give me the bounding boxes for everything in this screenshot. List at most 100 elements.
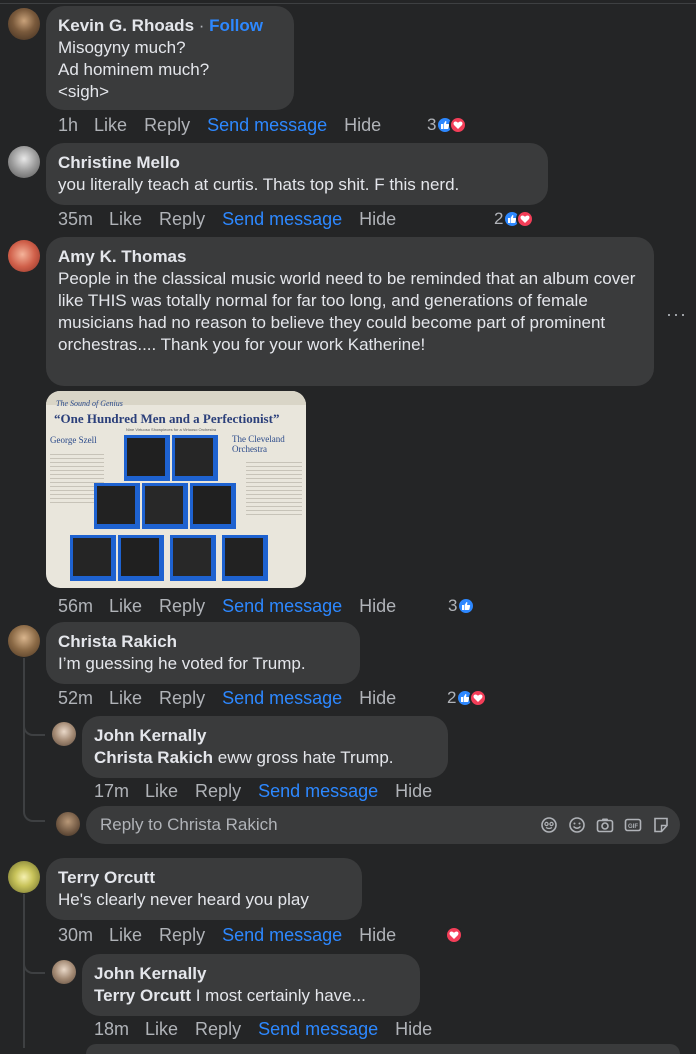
mention-tag[interactable]: Terry Orcutt [94,986,191,1005]
reply-button[interactable]: Reply [159,209,205,229]
comment-text: I most certainly have... [191,986,366,1005]
reply-input[interactable]: Reply to Christa Rakich GIF [86,806,680,844]
send-message-button[interactable]: Send message [222,925,342,945]
thread-connector [23,714,45,736]
top-divider [0,3,696,4]
avatar[interactable] [52,722,76,746]
hide-button[interactable]: Hide [344,115,381,135]
comment-text: eww gross hate Trump. [213,748,394,767]
album-cover-image[interactable]: The Sound of Genius “One Hundred Men and… [46,391,306,588]
like-button[interactable]: Like [94,115,127,135]
comment-author[interactable]: Amy K. Thomas [58,245,642,268]
reply-button[interactable]: Reply [195,1019,241,1039]
send-message-button[interactable]: Send message [222,596,342,616]
comment-actions: 56m Like Reply Send message Hide [58,595,413,617]
comment-author[interactable]: John Kernally [94,724,436,747]
hide-button[interactable]: Hide [359,925,396,945]
love-icon [445,926,463,944]
comment-time[interactable]: 18m [94,1019,129,1039]
comment-bubble: Christa Rakich I’m guessing he voted for… [46,622,360,684]
reaction-count: 2 [447,688,457,707]
like-button[interactable]: Like [109,688,142,708]
thread-connector [23,952,45,974]
comment-author[interactable]: Kevin G. Rhoads [58,16,194,35]
like-icon [457,597,476,615]
reply-button[interactable]: Reply [159,596,205,616]
comment-author[interactable]: Christine Mello [58,151,536,174]
comment-time[interactable]: 52m [58,688,93,708]
comment-time[interactable]: 35m [58,209,93,229]
comment-author[interactable]: Terry Orcutt [58,866,350,889]
thread-connector [23,800,45,822]
emoji-icon[interactable] [568,816,586,834]
avatar[interactable] [52,960,76,984]
reaction-count: 3 [427,115,437,134]
reaction-count: 2 [494,209,504,228]
sticker-icon[interactable] [652,816,670,834]
comment-time[interactable]: 56m [58,596,93,616]
reply-button[interactable]: Reply [144,115,190,135]
comment-bubble: Amy K. Thomas People in the classical mu… [46,237,654,386]
avatar[interactable] [8,861,40,893]
send-message-button[interactable]: Send message [222,209,342,229]
avatar[interactable] [8,625,40,657]
comment-bubble: John Kernally Christa Rakich eww gross h… [82,716,448,778]
gif-icon[interactable]: GIF [624,816,642,834]
send-message-button[interactable]: Send message [258,1019,378,1039]
reaction-summary[interactable]: 2 [494,208,535,230]
reply-input-placeholder: Reply to Christa Rakich [100,815,278,834]
like-button[interactable]: Like [109,925,142,945]
hide-button[interactable]: Hide [359,209,396,229]
comment-actions: 17m Like Reply Send message Hide [94,780,449,802]
comment-actions: 35m Like Reply Send message Hide [58,208,413,230]
reaction-summary[interactable]: 3 [448,595,476,617]
like-button[interactable]: Like [109,596,142,616]
thread-line [23,658,25,810]
avatar[interactable] [8,8,40,40]
reaction-summary[interactable] [445,924,463,946]
comment-time[interactable]: 30m [58,925,93,945]
like-button[interactable]: Like [145,781,178,801]
avatar [56,812,80,836]
send-message-button[interactable]: Send message [258,781,378,801]
comment-bubble: Kevin G. Rhoads · Follow Misogyny much? … [46,6,294,110]
comment-text: Misogyny much? Ad hominem much? <sigh> [58,38,210,101]
mention-tag[interactable]: Christa Rakich [94,748,213,767]
avatar[interactable] [8,146,40,178]
comment-text: He's clearly never heard you play [58,890,309,909]
album-photo-grid [46,391,306,588]
follow-button[interactable]: Follow [209,16,263,35]
reply-input-tools: GIF [540,816,670,834]
thread-line [23,894,25,1048]
comment-author[interactable]: John Kernally [94,962,408,985]
hide-button[interactable]: Hide [395,781,432,801]
comment-actions: 18m Like Reply Send message Hide [94,1018,449,1040]
camera-icon[interactable] [596,816,614,834]
reply-button[interactable]: Reply [195,781,241,801]
comment-bubble: Christine Mello you literally teach at c… [46,143,548,205]
like-button[interactable]: Like [109,209,142,229]
comment-time[interactable]: 1h [58,115,78,135]
reaction-summary[interactable]: 2 [447,687,488,709]
like-button[interactable]: Like [145,1019,178,1039]
avatar-sticker-icon[interactable] [540,816,558,834]
comment-text: you literally teach at curtis. Thats top… [58,175,460,194]
hide-button[interactable]: Hide [359,596,396,616]
comment-author[interactable]: Christa Rakich [58,630,348,653]
send-message-button[interactable]: Send message [207,115,327,135]
comment-bubble: Terry Orcutt He's clearly never heard yo… [46,858,362,920]
comment-actions: 30m Like Reply Send message Hide [58,924,413,946]
hide-button[interactable]: Hide [395,1019,432,1039]
love-icon [469,689,488,707]
avatar[interactable] [8,240,40,272]
comment-text: People in the classical music world need… [58,269,636,354]
comment-bubble: John Kernally Terry Orcutt I most certai… [82,954,420,1016]
hide-button[interactable]: Hide [359,688,396,708]
more-options-icon[interactable]: ··· [666,304,687,325]
send-message-button[interactable]: Send message [222,688,342,708]
love-icon [516,210,535,228]
reply-button[interactable]: Reply [159,688,205,708]
comment-time[interactable]: 17m [94,781,129,801]
reaction-summary[interactable]: 3 [427,114,468,136]
reply-button[interactable]: Reply [159,925,205,945]
